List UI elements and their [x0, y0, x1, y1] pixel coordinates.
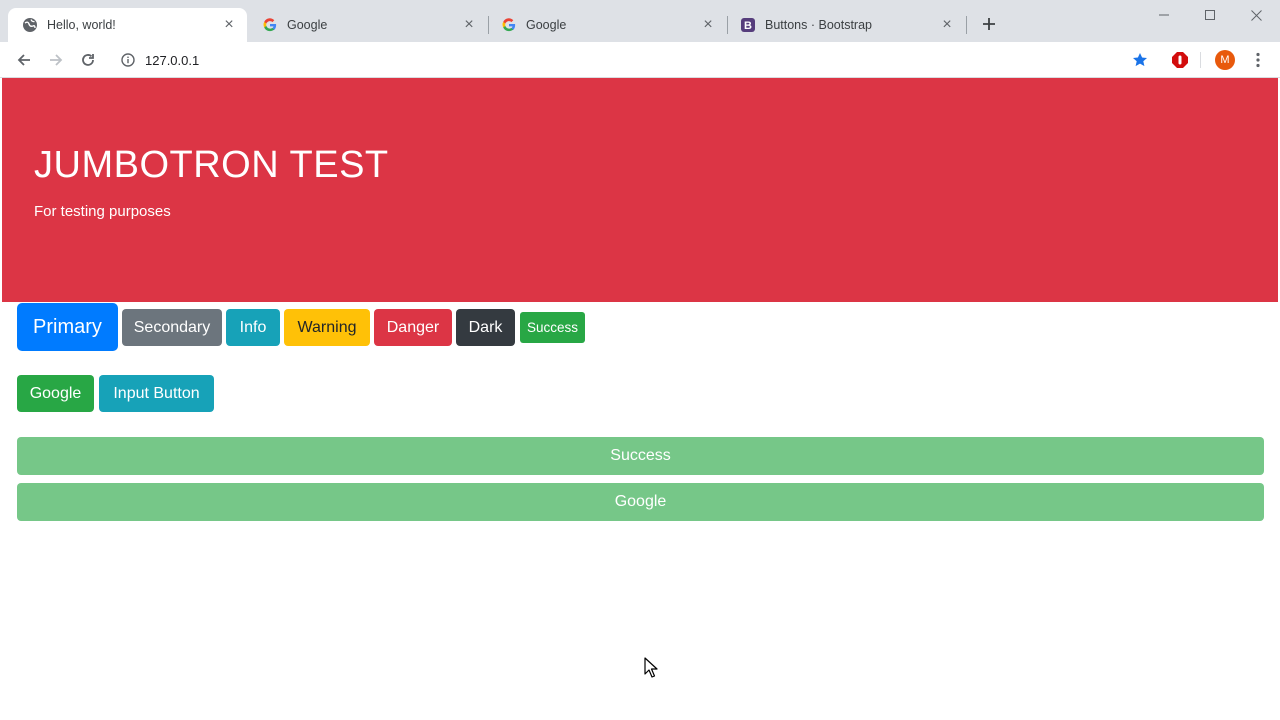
- page-content: JUMBOTRON TEST For testing purposes Prim…: [2, 78, 1278, 720]
- toolbar-divider: [1200, 52, 1201, 68]
- mouse-cursor-icon: [644, 657, 658, 678]
- svg-text:B: B: [744, 20, 752, 32]
- info-icon[interactable]: [120, 52, 136, 68]
- secondary-button[interactable]: Secondary: [122, 309, 222, 346]
- bookmark-star-button[interactable]: [1130, 50, 1150, 70]
- new-tab-button[interactable]: [978, 13, 1000, 35]
- url-text: 127.0.0.1: [145, 52, 200, 68]
- kebab-menu-icon: [1256, 52, 1260, 68]
- info-button[interactable]: Info: [226, 309, 280, 346]
- forward-button[interactable]: [43, 47, 69, 73]
- dark-button[interactable]: Dark: [456, 309, 515, 346]
- menu-button[interactable]: [1248, 50, 1268, 70]
- bootstrap-icon: B: [740, 17, 756, 33]
- tab-bootstrap-buttons[interactable]: B Buttons · Bootstrap ×: [726, 8, 965, 42]
- close-tab-icon[interactable]: ×: [461, 16, 477, 33]
- jumbotron-lead: For testing purposes: [34, 203, 171, 220]
- tab-title: Hello, world!: [47, 18, 116, 32]
- tab-google-2[interactable]: Google ×: [487, 8, 726, 42]
- plus-icon: [983, 18, 995, 30]
- reload-icon: [82, 54, 94, 66]
- minimize-icon: [1159, 14, 1169, 16]
- minimize-button[interactable]: [1141, 0, 1187, 30]
- danger-button[interactable]: Danger: [374, 309, 452, 346]
- close-window-button[interactable]: [1233, 0, 1279, 30]
- close-tab-icon[interactable]: ×: [700, 16, 716, 33]
- primary-button[interactable]: Primary: [17, 303, 118, 351]
- input-button[interactable]: Input Button: [99, 375, 214, 412]
- extension-button[interactable]: [1170, 50, 1190, 70]
- tab-separator: [966, 16, 967, 34]
- address-bar[interactable]: 127.0.0.1: [112, 46, 1160, 74]
- back-button[interactable]: [11, 47, 37, 73]
- globe-icon: [22, 17, 38, 33]
- google-block-button[interactable]: Google: [17, 483, 1264, 521]
- tab-title: Buttons · Bootstrap: [765, 18, 873, 32]
- close-tab-icon[interactable]: ×: [939, 16, 955, 33]
- google-icon: [501, 17, 517, 33]
- tab-hello-world[interactable]: Hello, world! ×: [8, 8, 247, 42]
- tab-strip: Hello, world! × Google × Google × B Butt…: [0, 0, 1280, 42]
- jumbotron-title: JUMBOTRON TEST: [34, 144, 389, 186]
- back-arrow-icon: [17, 54, 30, 66]
- forward-arrow-icon: [50, 54, 63, 66]
- star-icon: [1133, 53, 1147, 67]
- success-block-button[interactable]: Success: [17, 437, 1264, 475]
- success-small-button[interactable]: Success: [520, 312, 585, 343]
- jumbotron: JUMBOTRON TEST For testing purposes: [2, 78, 1278, 302]
- close-tab-icon[interactable]: ×: [221, 16, 237, 33]
- google-icon: [262, 17, 278, 33]
- warning-button[interactable]: Warning: [284, 309, 370, 346]
- reload-button[interactable]: [75, 47, 101, 73]
- tab-title: Google: [526, 18, 567, 32]
- browser-toolbar: 127.0.0.1 M: [0, 42, 1280, 78]
- maximize-icon: [1205, 10, 1215, 20]
- close-icon: [1250, 9, 1262, 21]
- maximize-button[interactable]: [1187, 0, 1233, 30]
- profile-avatar[interactable]: M: [1215, 50, 1235, 70]
- tab-title: Google: [287, 18, 328, 32]
- tab-google-1[interactable]: Google ×: [248, 8, 487, 42]
- adblock-extension-icon: [1172, 52, 1188, 68]
- google-link-button[interactable]: Google: [17, 375, 94, 412]
